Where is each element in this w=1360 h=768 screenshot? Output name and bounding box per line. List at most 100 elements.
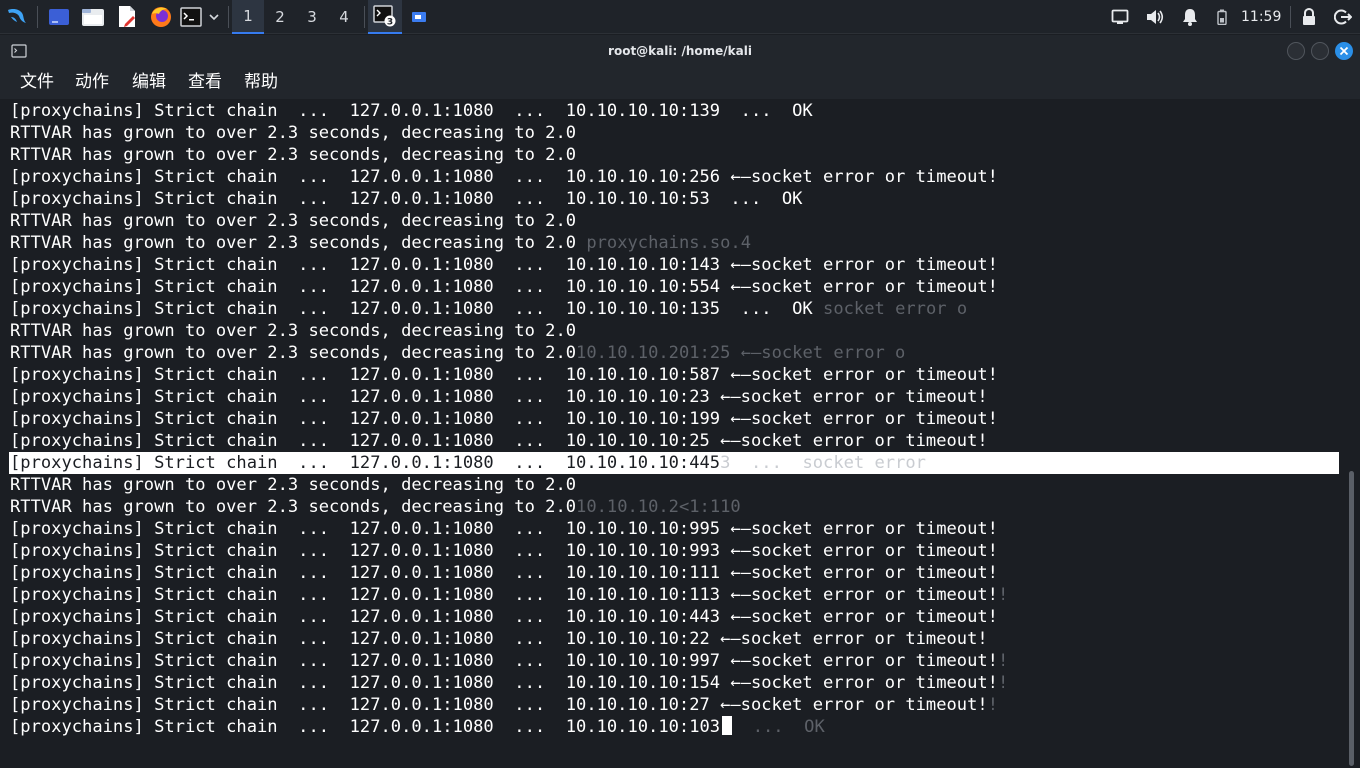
minimize-button[interactable] [1287, 42, 1305, 60]
terminal-line-text: [proxychains] Strict chain ... 127.0.0.1… [10, 387, 988, 407]
menu-file[interactable]: 文件 [20, 67, 54, 97]
terminal-icon [180, 7, 202, 27]
terminal-launcher-dropdown[interactable] [205, 3, 223, 31]
clock[interactable]: 11:59 [1241, 0, 1281, 34]
taskbar-separator [37, 6, 38, 28]
terminal-line-ghost-text: 10.10.10.201:25 ←—socket error o [576, 343, 906, 363]
terminal-line: RTTVAR has grown to over 2.3 seconds, de… [10, 144, 1340, 166]
menu-action[interactable]: 动作 [75, 67, 109, 97]
logout-button[interactable] [1331, 3, 1355, 31]
terminal-line: [proxychains] Strict chain ... 127.0.0.1… [10, 430, 1340, 452]
terminal-line: [proxychains] Strict chain ... 127.0.0.1… [10, 254, 1340, 276]
taskbar-separator [364, 6, 365, 28]
maximize-button[interactable] [1311, 42, 1329, 60]
kali-dragon-icon [8, 9, 26, 23]
close-button[interactable] [1335, 42, 1353, 60]
workspace-4[interactable]: 4 [328, 0, 360, 34]
terminal-line-text: [proxychains] Strict chain ... 127.0.0.1… [10, 563, 998, 583]
terminal-line-text: [proxychains] Strict chain ... 127.0.0.1… [10, 189, 803, 209]
terminal-line-text: [proxychains] Strict chain ... 127.0.0.1… [10, 365, 998, 385]
window-title: root@kali: /home/kali [608, 44, 752, 58]
terminal-line-text: [proxychains] Strict chain ... 127.0.0.1… [10, 585, 998, 605]
terminal-line-text: [proxychains] Strict chain ... 127.0.0.1… [10, 167, 998, 187]
terminal-line-text: RTTVAR has grown to over 2.3 seconds, de… [10, 123, 577, 143]
window-titlebar[interactable]: root@kali: /home/kali [0, 35, 1360, 67]
file-manager-icon [82, 9, 104, 26]
show-desktop-icon [49, 9, 69, 25]
battery-button[interactable] [1212, 3, 1232, 31]
menu-view[interactable]: 查看 [188, 67, 222, 97]
terminal-line: [proxychains] Strict chain ... 127.0.0.1… [10, 364, 1340, 386]
lock-icon [1303, 8, 1315, 25]
text-editor-button[interactable] [113, 3, 141, 31]
terminal-line: [proxychains] Strict chain ... 127.0.0.1… [10, 298, 1340, 320]
terminal-line: [proxychains] Strict chain ... 127.0.0.1… [10, 100, 1340, 122]
terminal-launcher-button[interactable] [179, 3, 203, 31]
terminal-line-text: [proxychains] Strict chain ... 127.0.0.1… [10, 541, 998, 561]
workspace-label: 1 [243, 7, 253, 25]
terminal-output[interactable]: [proxychains] Strict chain ... 127.0.0.1… [0, 99, 1360, 768]
terminal-line-text: [proxychains] Strict chain ... 127.0.0.1… [10, 607, 998, 627]
window-task-icon [412, 12, 426, 22]
workspace-label: 2 [275, 8, 285, 26]
display-icon [1111, 9, 1129, 24]
terminal-line-text: RTTVAR has grown to over 2.3 seconds, de… [10, 475, 577, 495]
terminal-line-ghost-text: ! [997, 585, 1009, 605]
notifications-button[interactable] [1178, 3, 1202, 31]
terminal-line: RTTVAR has grown to over 2.3 seconds, de… [10, 474, 1340, 496]
display-button[interactable] [1108, 3, 1132, 31]
terminal-task-badge: 3 [387, 18, 393, 28]
workspace-2[interactable]: 2 [264, 0, 296, 34]
menu-edit[interactable]: 编辑 [132, 67, 166, 97]
firefox-button[interactable] [147, 3, 175, 31]
window-task-button[interactable] [404, 0, 434, 34]
terminal-line-text: [proxychains] Strict chain ... 127.0.0.1… [10, 673, 998, 693]
terminal-line-text: [proxychains] Strict chain ... 127.0.0.1… [10, 629, 988, 649]
terminal-cursor [722, 716, 733, 735]
terminal-line-text: [proxychains] Strict chain ... 127.0.0.1… [10, 101, 813, 121]
taskbar-separator [1290, 6, 1291, 28]
terminal-line-text: RTTVAR has grown to over 2.3 seconds, de… [10, 497, 577, 517]
terminal-line: [proxychains] Strict chain ... 127.0.0.1… [10, 518, 1340, 540]
show-desktop-button[interactable] [45, 3, 73, 31]
terminal-line: RTTVAR has grown to over 2.3 seconds, de… [10, 232, 1340, 254]
terminal-line: RTTVAR has grown to over 2.3 seconds, de… [10, 210, 1340, 232]
workspace-3[interactable]: 3 [296, 0, 328, 34]
terminal-task-button[interactable]: 3 [368, 0, 402, 34]
volume-button[interactable] [1143, 3, 1167, 31]
terminal-line: [proxychains] Strict chain ... 127.0.0.1… [10, 386, 1340, 408]
terminal-line: [proxychains] Strict chain ... 127.0.0.1… [10, 188, 1340, 210]
kali-menu-button[interactable] [2, 3, 32, 31]
volume-icon [1147, 10, 1164, 24]
terminal-line: [proxychains] Strict chain ... 127.0.0.1… [10, 650, 1340, 672]
text-editor-icon [119, 6, 135, 27]
terminal-line-text: [proxychains] Strict chain ... 127.0.0.1… [10, 695, 988, 715]
terminal-line-text: RTTVAR has grown to over 2.3 seconds, de… [10, 321, 577, 341]
terminal-line-text: RTTVAR has grown to over 2.3 seconds, de… [10, 211, 577, 231]
menu-help[interactable]: 帮助 [244, 67, 278, 97]
terminal-lines: [proxychains] Strict chain ... 127.0.0.1… [9, 100, 1340, 738]
terminal-line-text: [proxychains] Strict chain ... 127.0.0.1… [10, 651, 998, 671]
workspace-1[interactable]: 1 [232, 0, 264, 34]
terminal-line: [proxychains] Strict chain ... 127.0.0.1… [10, 716, 1340, 738]
terminal-line-text: [proxychains] Strict chain ... 127.0.0.1… [10, 277, 998, 297]
terminal-line: [proxychains] Strict chain ... 127.0.0.1… [10, 672, 1340, 694]
terminal-line: [proxychains] Strict chain ... 127.0.0.1… [10, 628, 1340, 650]
logout-icon [1334, 9, 1352, 25]
terminal-line: [proxychains] Strict chain ... 127.0.0.1… [10, 584, 1340, 606]
chevron-down-icon [209, 14, 219, 21]
terminal-line-ghost-text: 10.10.10.2<1:110 [576, 497, 741, 517]
terminal-line-ghost-text: ! [997, 651, 1009, 671]
lock-screen-button[interactable] [1297, 3, 1321, 31]
terminal-line-text: [proxychains] Strict chain ... 127.0.0.1… [10, 299, 813, 319]
terminal-line: RTTVAR has grown to over 2.3 seconds, de… [10, 122, 1340, 144]
terminal-scrollbar[interactable] [1349, 471, 1354, 766]
terminal-line: [proxychains] Strict chain ... 127.0.0.1… [10, 166, 1340, 188]
terminal-line-text: RTTVAR has grown to over 2.3 seconds, de… [10, 343, 577, 363]
terminal-line: RTTVAR has grown to over 2.3 seconds, de… [10, 320, 1340, 342]
terminal-line-text: [proxychains] Strict chain ... 127.0.0.1… [10, 519, 998, 539]
terminal-line-ghost-text: 3 ... socket error [720, 453, 926, 473]
file-manager-button[interactable] [79, 3, 107, 31]
workspace-label: 3 [307, 8, 317, 26]
terminal-line: [proxychains] Strict chain ... 127.0.0.1… [10, 540, 1340, 562]
